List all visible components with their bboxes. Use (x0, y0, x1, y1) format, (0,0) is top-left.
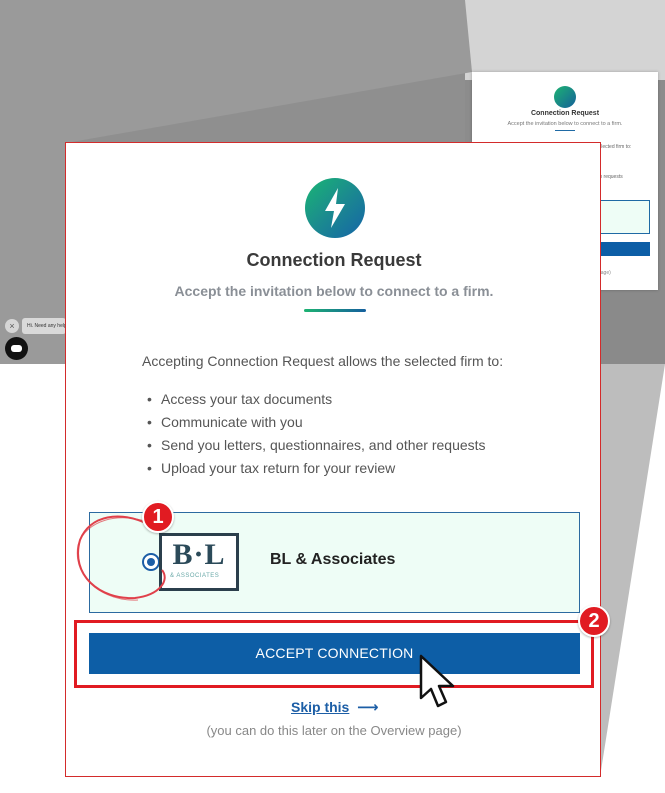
screenshot-stage: Connection Request Accept the invitation… (0, 0, 665, 793)
step-badge-2: 2 (578, 605, 610, 637)
mouse-pointer-icon (419, 654, 455, 708)
step-badge-1: 1 (142, 501, 174, 533)
accept-button-highlight-box (74, 620, 594, 688)
